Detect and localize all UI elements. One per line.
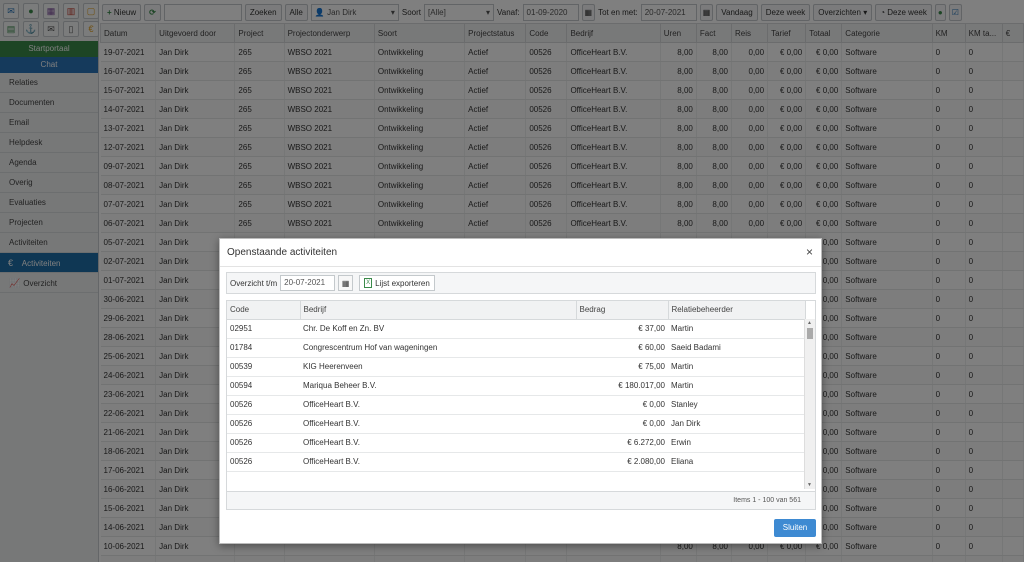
table-cell: 00526 [227,433,300,453]
table-cell: € 37,00 [576,319,668,339]
table-cell: OfficeHeart B.V. [300,433,576,453]
table-cell: Chr. De Koff en Zn. BV [300,319,576,339]
table-cell: Martin [668,319,805,339]
scroll-thumb[interactable] [807,328,813,339]
table-cell: Mariqua Beheer B.V. [300,376,576,396]
table-cell: 01784 [227,338,300,358]
list-item[interactable]: 00526 OfficeHeart B.V. € 0,00 Jan Dirk [227,414,805,434]
chevron-up-icon[interactable]: ▲ [807,320,812,326]
table-cell: 00526 [227,414,300,434]
sluiten-button[interactable]: Sluiten [774,519,816,537]
table-cell: OfficeHeart B.V. [300,452,576,472]
table-cell: 00526 [227,395,300,415]
table-cell: Martin [668,357,805,377]
overzicht-label: Overzicht t/m [230,278,278,288]
table-cell: € 60,00 [576,338,668,358]
divider [220,266,821,267]
table-cell: OfficeHeart B.V. [300,395,576,415]
scrollbar[interactable]: ▲ ▼ [804,319,815,489]
table-cell: KIG Heerenveen [300,357,576,377]
open-activities-dialog: Openstaande activiteiten × Overzicht t/m… [219,238,822,544]
excel-icon: X [364,278,373,288]
list-item[interactable]: 00526 OfficeHeart B.V. € 2.080,00 Eliana [227,452,805,472]
dialog-title: Openstaande activiteiten [227,247,338,258]
table-cell: OfficeHeart B.V. [300,414,576,434]
list-item[interactable]: 00594 Mariqua Beheer B.V. € 180.017,00 Mart… [227,376,805,396]
table-cell: € 0,00 [576,414,668,434]
table-cell: Stanley [668,395,805,415]
column-header[interactable]: Bedrijf [300,301,577,320]
close-icon[interactable]: × [806,245,813,259]
table-cell: Jan Dirk [668,414,805,434]
table-cell: Congrescentrum Hof van wageningen [300,338,576,358]
table-cell: Eliana [668,452,805,472]
list-item[interactable]: 00526 OfficeHeart B.V. € 6.272,00 Erwin [227,433,805,453]
open-activities-table: Code Bedrijf Bedrag Relatiebeheerder 02951 C… [227,301,806,472]
table-cell: 00539 [227,357,300,377]
export-button[interactable]: X Lijst exporteren [359,275,435,291]
list-item[interactable]: 00526 OfficeHeart B.V. € 0,00 Stanley [227,395,805,415]
table-cell: 02951 [227,319,300,339]
column-header[interactable]: Code [227,301,301,320]
pager-info: Items 1 - 100 van 561 [227,491,815,509]
table-cell: € 0,00 [576,395,668,415]
list-item[interactable]: 00539 KIG Heerenveen € 75,00 Martin [227,357,805,377]
calendar-icon[interactable]: ▦ [338,275,354,291]
table-cell: € 6.272,00 [576,433,668,453]
list-item[interactable]: 01784 Congrescentrum Hof van wageningen € … [227,338,805,358]
table-cell: € 2.080,00 [576,452,668,472]
table-cell: Martin [668,376,805,396]
table-cell: Saeid Badami [668,338,805,358]
dialog-grid: Code Bedrijf Bedrag Relatiebeheerder 02951 C… [226,300,816,510]
table-cell: € 180.017,00 [576,376,668,396]
table-cell: € 75,00 [576,357,668,377]
chevron-down-icon[interactable]: ▼ [807,482,812,488]
table-cell: Erwin [668,433,805,453]
overzicht-date-input[interactable]: 20-07-2021 [280,275,336,291]
column-header[interactable]: Relatiebeheerder [668,301,806,320]
table-cell: 00526 [227,452,300,472]
list-item[interactable]: 02951 Chr. De Koff en Zn. BV € 37,00 Martin [227,319,805,339]
table-cell: 00594 [227,376,300,396]
column-header[interactable]: Bedrag [576,301,669,320]
dialog-toolbar: Overzicht t/m 20-07-2021 ▦ X Lijst expor… [226,272,816,294]
